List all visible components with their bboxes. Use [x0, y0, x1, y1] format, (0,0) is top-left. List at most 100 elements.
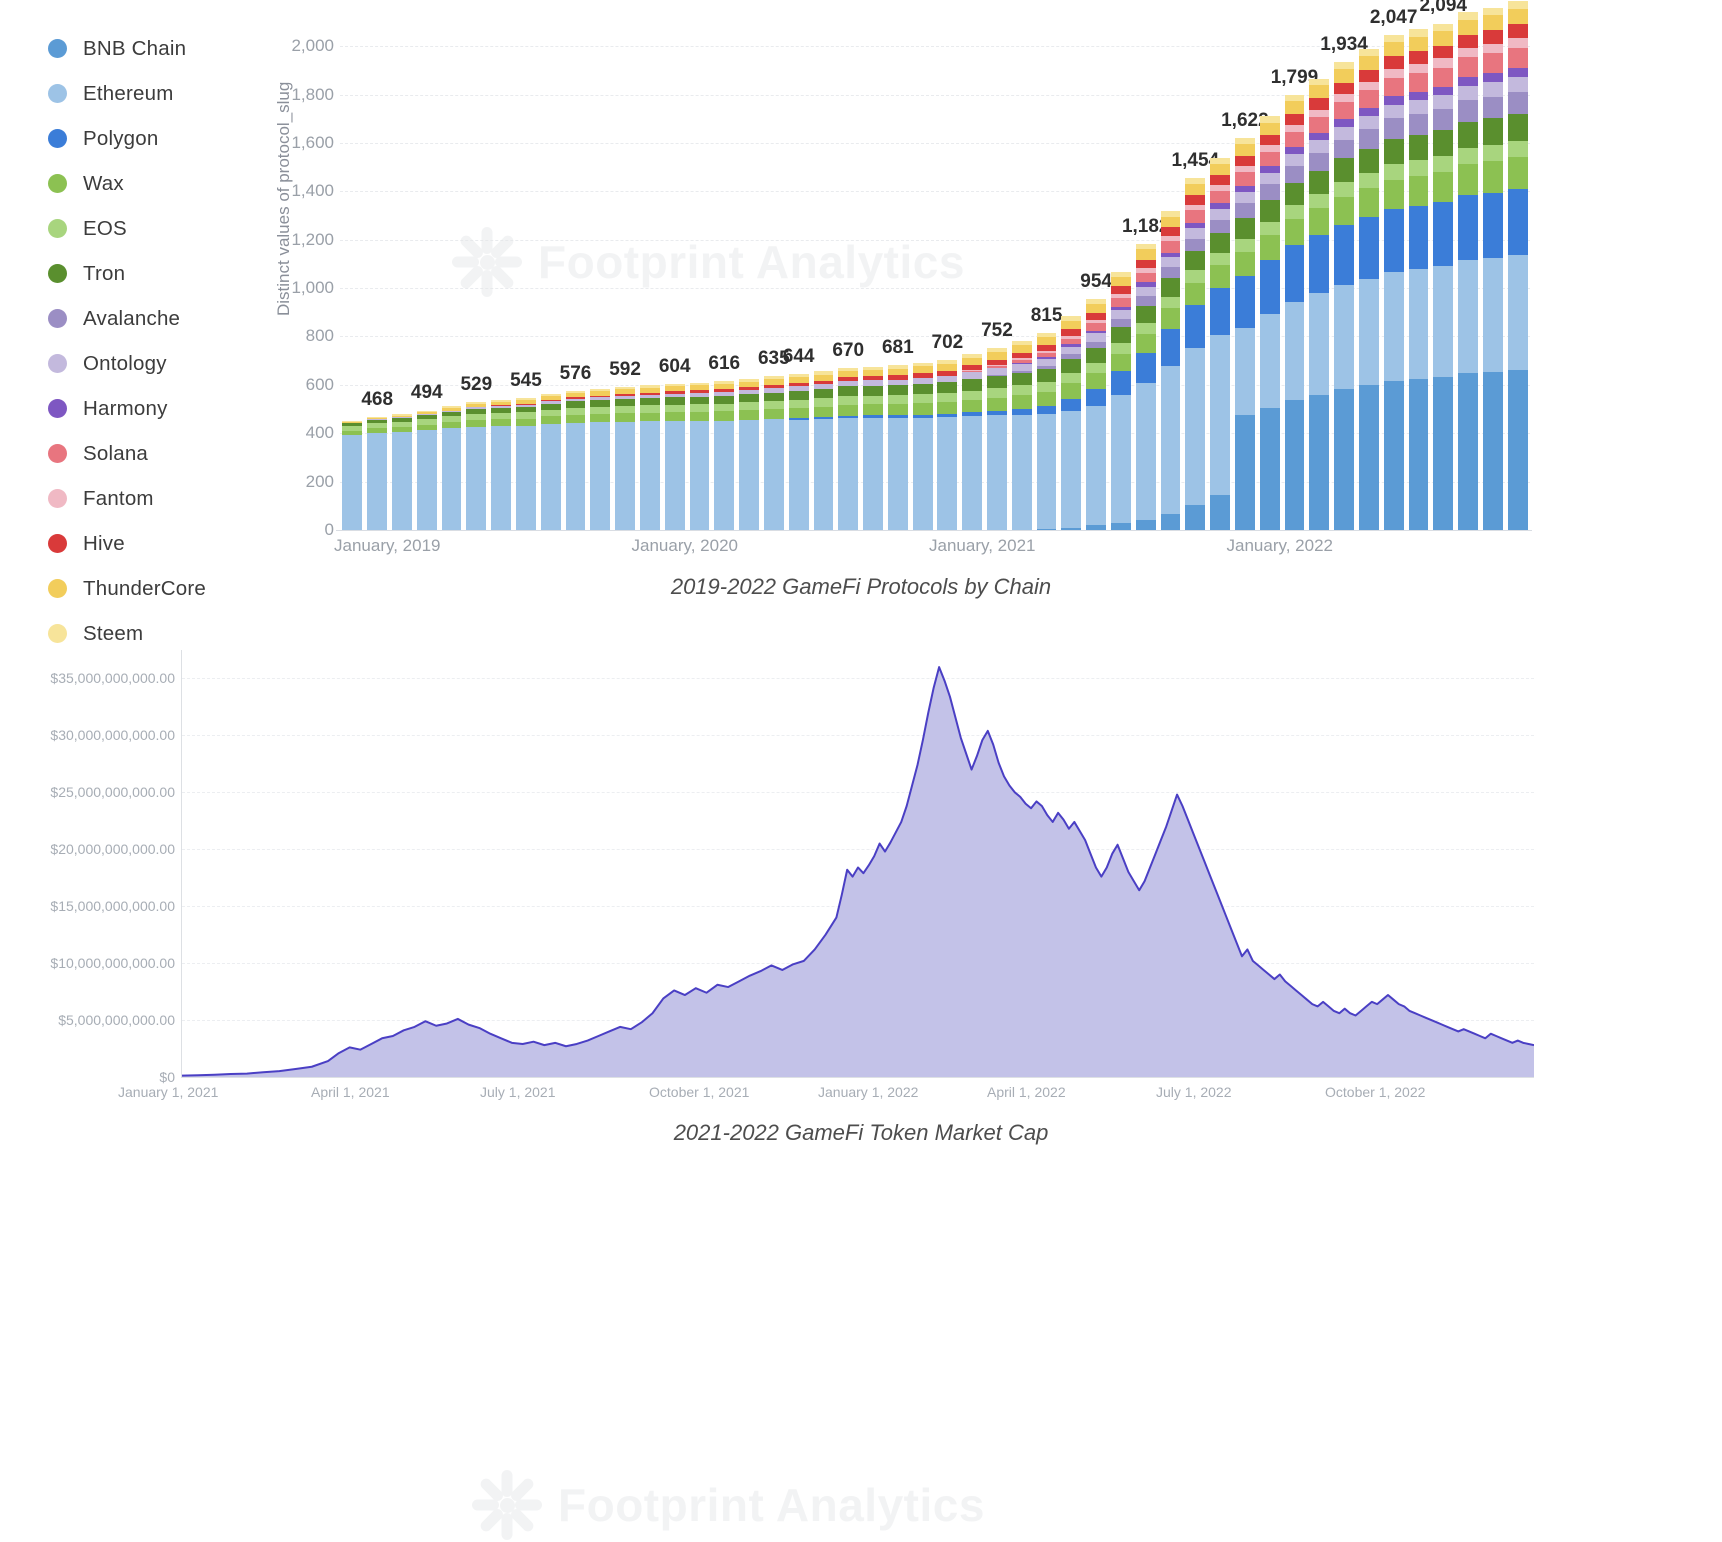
bar-segment	[1210, 265, 1230, 288]
bar-column[interactable]	[690, 382, 710, 530]
legend-item[interactable]: Avalanche	[48, 296, 288, 341]
watermark: Footprint Analytics	[470, 1468, 985, 1542]
bar-segment	[1260, 314, 1280, 408]
legend-item[interactable]: Tron	[48, 251, 288, 296]
bar-column[interactable]	[466, 402, 486, 530]
x-axis-tick-label: January, 2019	[334, 536, 440, 556]
bar-segment	[1037, 369, 1057, 382]
bar-segment	[1185, 184, 1205, 195]
bar-column[interactable]	[937, 360, 957, 530]
legend-item[interactable]: Harmony	[48, 386, 288, 431]
legend-item[interactable]: EOS	[48, 206, 288, 251]
bar-column[interactable]	[615, 387, 635, 530]
bar-column[interactable]	[814, 371, 834, 530]
bar-column[interactable]	[1309, 79, 1329, 530]
bar-column[interactable]	[342, 421, 362, 530]
legend-item[interactable]: BNB Chain	[48, 26, 288, 71]
bar-segment	[1235, 328, 1255, 415]
bar-column[interactable]	[1111, 272, 1131, 530]
legend-item[interactable]: Hive	[48, 521, 288, 566]
bar-segment	[566, 423, 586, 530]
legend-item[interactable]: Polygon	[48, 116, 288, 161]
bar-segment	[1012, 345, 1032, 353]
bar-segment	[1136, 249, 1156, 259]
legend-item-label: Hive	[83, 532, 125, 556]
bar-column[interactable]	[1086, 299, 1106, 530]
bar-segment	[863, 396, 883, 405]
bar-column[interactable]	[1185, 178, 1205, 530]
bar-column[interactable]	[888, 365, 908, 530]
bar-column[interactable]	[1359, 49, 1379, 530]
bar-column[interactable]	[1260, 116, 1280, 530]
bar-segment	[566, 408, 586, 415]
bar-column[interactable]	[590, 389, 610, 530]
bar-column[interactable]	[541, 394, 561, 530]
bar-segment	[1086, 363, 1106, 373]
bar-column[interactable]	[962, 354, 982, 530]
bar-column[interactable]	[863, 366, 883, 530]
bar-column[interactable]	[714, 381, 734, 530]
bar-segment	[466, 427, 486, 531]
bar-column[interactable]	[566, 391, 586, 530]
gamefi-market-cap-chart: $0$5,000,000,000.00$10,000,000,000.00$15…	[0, 650, 1722, 1274]
bar-column[interactable]	[913, 363, 933, 530]
legend-item[interactable]: Ethereum	[48, 71, 288, 116]
bar-column[interactable]	[1136, 244, 1156, 530]
bar-column[interactable]	[1384, 35, 1404, 530]
legend-item[interactable]: Fantom	[48, 476, 288, 521]
legend-item[interactable]: Ontology	[48, 341, 288, 386]
bar-column[interactable]	[1037, 333, 1057, 530]
bar-segment	[1086, 348, 1106, 363]
bar-column[interactable]	[1458, 12, 1478, 530]
bar-column[interactable]	[516, 398, 536, 530]
bar-column[interactable]	[367, 417, 387, 530]
bar-segment	[1012, 364, 1032, 371]
bar-segment	[962, 379, 982, 391]
bar-column[interactable]	[1061, 316, 1081, 530]
bar-segment	[1359, 188, 1379, 217]
bar-segment	[1061, 528, 1081, 531]
bar-column[interactable]	[442, 406, 462, 530]
bar-column[interactable]	[665, 384, 685, 530]
bar-segment	[1433, 156, 1453, 172]
bar-segment	[962, 400, 982, 413]
bar-column[interactable]	[764, 376, 784, 530]
bar-segment	[590, 414, 610, 422]
bar-column[interactable]	[1235, 138, 1255, 530]
bar-column[interactable]	[392, 414, 412, 530]
bar-segment	[1309, 153, 1329, 171]
bar-column[interactable]	[987, 348, 1007, 530]
bar-segment	[1458, 57, 1478, 77]
bar-column[interactable]	[640, 385, 660, 530]
bar-segment	[888, 395, 908, 404]
bar-segment	[1409, 379, 1429, 530]
bar-column[interactable]	[1161, 211, 1181, 530]
bar-column[interactable]	[1508, 1, 1528, 530]
bar-segment	[1433, 109, 1453, 130]
bar-segment	[541, 416, 561, 424]
bar-segment	[1309, 117, 1329, 133]
x-axis-tick-label: January, 2020	[632, 536, 738, 556]
bar-column[interactable]	[1012, 341, 1032, 530]
bar-segment	[1161, 329, 1181, 366]
bar-column[interactable]	[1409, 29, 1429, 530]
bar-segment	[1508, 68, 1528, 77]
bar-segment	[1483, 53, 1503, 73]
bar-column[interactable]	[1433, 23, 1453, 530]
bar-column[interactable]	[1285, 95, 1305, 530]
bar-column[interactable]	[1334, 62, 1354, 530]
bar-column[interactable]	[789, 374, 809, 530]
bar-segment	[1334, 182, 1354, 197]
bar-column[interactable]	[1210, 158, 1230, 530]
bar-column[interactable]	[1483, 8, 1503, 531]
bar-column[interactable]	[838, 368, 858, 530]
bar-column[interactable]	[417, 411, 437, 531]
bar-segment	[1037, 337, 1057, 345]
bar-segment	[1161, 297, 1181, 309]
bar-column[interactable]	[739, 379, 759, 530]
bar-segment	[1061, 399, 1081, 412]
legend-item[interactable]: Solana	[48, 431, 288, 476]
bar-segment	[1161, 257, 1181, 267]
bar-column[interactable]	[491, 400, 511, 530]
legend-item[interactable]: Wax	[48, 161, 288, 206]
